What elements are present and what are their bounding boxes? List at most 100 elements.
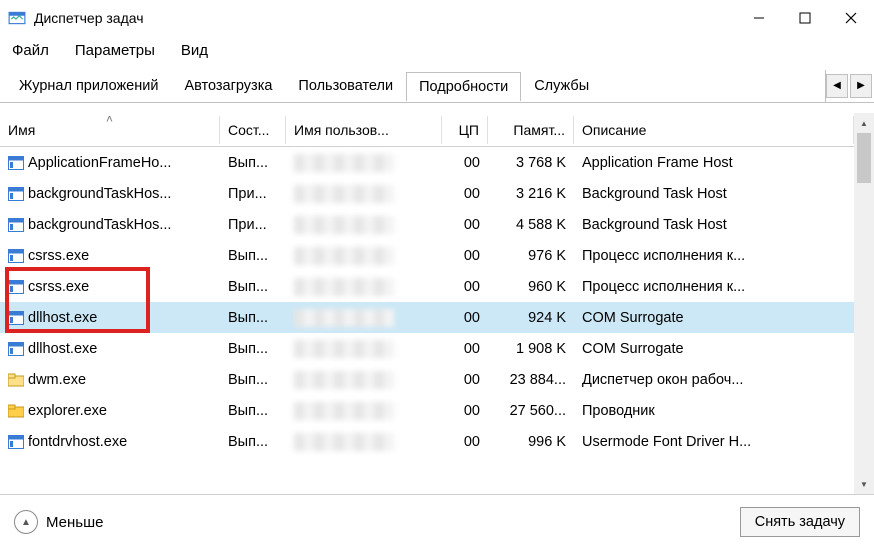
process-desc: COM Surrogate — [574, 306, 854, 330]
process-name: dllhost.exe — [28, 341, 97, 357]
process-name: csrss.exe — [28, 248, 89, 264]
process-desc: Background Task Host — [574, 213, 854, 237]
process-icon — [8, 435, 24, 449]
bottom-bar: ▲ Меньше Снять задачу — [0, 494, 874, 549]
col-mem[interactable]: Памят... — [488, 116, 574, 144]
table-row[interactable]: csrss.exeВып...00976 KПроцесс исполнения… — [0, 240, 854, 271]
process-state: При... — [220, 213, 286, 237]
process-name: ApplicationFrameHo... — [28, 155, 171, 171]
table-row[interactable]: dllhost.exeВып...001 908 KCOM Surrogate — [0, 333, 854, 364]
table-row[interactable]: dllhost.exe Вып... 00924 KCOM Surrogate — [0, 302, 854, 333]
process-desc: Процесс исполнения к... — [574, 244, 854, 268]
process-mem: 924 K — [488, 306, 574, 330]
process-icon — [8, 311, 24, 325]
process-user — [286, 367, 442, 393]
table-body: ApplicationFrameHo...Вып...003 768 KAppl… — [0, 147, 854, 457]
app-icon — [8, 9, 26, 27]
col-state[interactable]: Сост... — [220, 116, 286, 144]
process-mem: 996 K — [488, 430, 574, 454]
process-user — [286, 305, 442, 331]
table-row[interactable]: ApplicationFrameHo...Вып...003 768 KAppl… — [0, 147, 854, 178]
process-state: Вып... — [220, 151, 286, 175]
scroll-thumb[interactable] — [857, 133, 871, 183]
process-state: Вып... — [220, 275, 286, 299]
menu-file[interactable]: Файл — [12, 42, 49, 59]
close-button[interactable] — [828, 2, 874, 34]
scroll-down-arrow[interactable]: ▼ — [854, 474, 874, 494]
process-name: dwm.exe — [28, 372, 86, 388]
tab-details[interactable]: Подробности — [406, 72, 521, 101]
process-cpu: 00 — [442, 151, 488, 175]
menu-options[interactable]: Параметры — [75, 42, 155, 59]
table-row[interactable]: fontdrvhost.exeВып...00996 KUsermode Fon… — [0, 426, 854, 457]
process-cpu: 00 — [442, 368, 488, 392]
end-task-button[interactable]: Снять задачу — [740, 507, 860, 537]
tab-scroll-left[interactable]: ◀ — [826, 74, 848, 98]
process-name: dllhost.exe — [28, 310, 97, 326]
process-user — [286, 150, 442, 176]
tab-app-history[interactable]: Журнал приложений — [6, 71, 171, 100]
process-name: explorer.exe — [28, 403, 107, 419]
process-name: backgroundTaskHos... — [28, 186, 171, 202]
menu-view[interactable]: Вид — [181, 42, 208, 59]
process-mem: 1 908 K — [488, 337, 574, 361]
chevron-up-icon: ▲ — [14, 510, 38, 534]
process-icon — [8, 218, 24, 232]
process-state: Вып... — [220, 337, 286, 361]
process-state: Вып... — [220, 368, 286, 392]
process-desc: Проводник — [574, 399, 854, 423]
process-mem: 976 K — [488, 244, 574, 268]
process-user — [286, 336, 442, 362]
process-state: Вып... — [220, 244, 286, 268]
window-title: Диспетчер задач — [34, 10, 736, 26]
process-icon — [8, 187, 24, 201]
process-desc: Диспетчер окон рабоч... — [574, 368, 854, 392]
process-cpu: 00 — [442, 306, 488, 330]
process-user — [286, 212, 442, 238]
process-user — [286, 181, 442, 207]
process-state: Вып... — [220, 430, 286, 454]
process-desc: Процесс исполнения к... — [574, 275, 854, 299]
col-cpu[interactable]: ЦП — [442, 116, 488, 144]
table-row[interactable]: explorer.exeВып...0027 560...Проводник — [0, 395, 854, 426]
table-row[interactable]: dwm.exeВып...0023 884...Диспетчер окон р… — [0, 364, 854, 395]
col-desc[interactable]: Описание — [574, 116, 854, 144]
process-icon — [8, 280, 24, 294]
col-name[interactable]: Имя — [0, 116, 220, 144]
process-cpu: 00 — [442, 399, 488, 423]
tab-scroll-right[interactable]: ▶ — [850, 74, 872, 98]
process-cpu: 00 — [442, 182, 488, 206]
tab-scroll-arrows: ◀ ▶ — [825, 70, 874, 102]
vertical-scrollbar[interactable]: ▲ ▼ — [854, 113, 874, 494]
menu-bar: Файл Параметры Вид — [0, 36, 874, 69]
maximize-button[interactable] — [782, 2, 828, 34]
process-icon — [8, 249, 24, 263]
table-row[interactable]: backgroundTaskHos...При...003 216 KBackg… — [0, 178, 854, 209]
process-mem: 960 K — [488, 275, 574, 299]
minimize-button[interactable] — [736, 2, 782, 34]
fewer-details-label: Меньше — [46, 514, 103, 531]
scroll-up-arrow[interactable]: ▲ — [854, 113, 874, 133]
process-desc: COM Surrogate — [574, 337, 854, 361]
table-row[interactable]: backgroundTaskHos...При...004 588 KBackg… — [0, 209, 854, 240]
tab-users[interactable]: Пользователи — [285, 71, 406, 100]
process-state: Вып... — [220, 306, 286, 330]
table-row[interactable]: csrss.exeВып...00960 KПроцесс исполнения… — [0, 271, 854, 302]
col-user[interactable]: Имя пользов... — [286, 116, 442, 144]
process-icon — [8, 156, 24, 170]
process-icon — [8, 342, 24, 356]
process-name: backgroundTaskHos... — [28, 217, 171, 233]
process-cpu: 00 — [442, 430, 488, 454]
process-desc: Usermode Font Driver H... — [574, 430, 854, 454]
process-user — [286, 274, 442, 300]
process-icon — [8, 404, 24, 418]
tab-startup[interactable]: Автозагрузка — [171, 71, 285, 100]
process-desc: Application Frame Host — [574, 151, 854, 175]
process-user — [286, 398, 442, 424]
process-name: csrss.exe — [28, 279, 89, 295]
process-mem: 3 216 K — [488, 182, 574, 206]
process-mem: 4 588 K — [488, 213, 574, 237]
tab-services[interactable]: Службы — [521, 71, 602, 100]
process-table: Имя Сост... Имя пользов... ЦП Памят... О… — [0, 113, 874, 494]
fewer-details-button[interactable]: ▲ Меньше — [14, 510, 103, 534]
